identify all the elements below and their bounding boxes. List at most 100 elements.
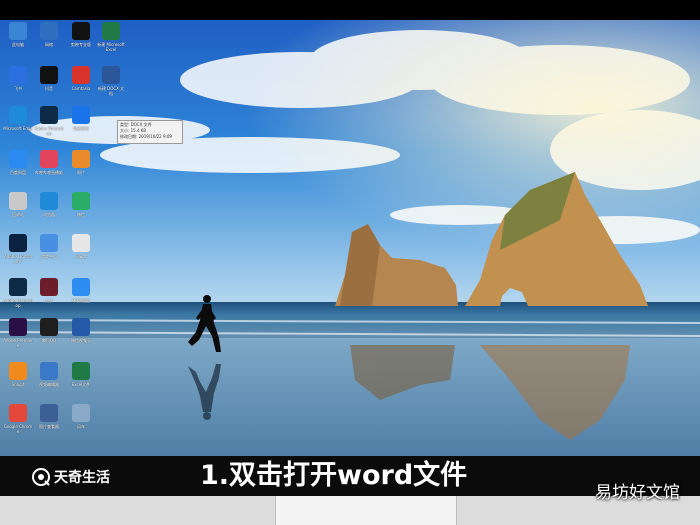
desktop-icon-label: 风车 xyxy=(77,424,85,429)
desktop-icon-label: 腾讯QQ xyxy=(41,338,57,343)
desktop-icon[interactable]: Microsoft Edge xyxy=(3,106,33,136)
tutorial-caption: 1.双击打开word文件 xyxy=(200,460,468,491)
desktop-icon-label: 微信 xyxy=(77,212,85,217)
desktop-icon[interactable]: Snagit xyxy=(3,362,33,392)
desktop-icon[interactable]: 飞书 xyxy=(3,66,33,96)
lightroom-icon xyxy=(9,234,27,252)
tianqi-logo-icon xyxy=(32,468,50,486)
video-app-icon xyxy=(72,318,90,336)
desktop-icon[interactable]: 电脑管家 xyxy=(66,106,96,136)
desktop-icon-label: 记事本 xyxy=(75,254,87,259)
notepad-icon xyxy=(72,234,90,252)
browser-icon xyxy=(40,192,58,210)
chrome-icon xyxy=(9,404,27,422)
desktop-icon[interactable]: 风车 xyxy=(66,404,96,434)
desktop-icon[interactable]: 哔哩哔哩直播姬 xyxy=(34,150,64,180)
desktop-icon[interactable]: QQ浏览器 xyxy=(66,278,96,308)
desktop-icon[interactable]: Excel文件 xyxy=(66,362,96,392)
image-viewer-icon xyxy=(40,404,58,422)
photoshop-icon xyxy=(40,106,58,124)
pc-manager-icon xyxy=(72,106,90,124)
desktop-icon-label: Microsoft Edge xyxy=(3,126,33,131)
desktop-icon[interactable]: 微信视频号 xyxy=(66,318,96,348)
desktop-icon-label: Adobe Photoshop xyxy=(34,126,64,136)
desktop-icon-label: 飞书 xyxy=(14,86,22,91)
wechat-icon xyxy=(72,192,90,210)
desktop-icon[interactable]: 回收站 xyxy=(3,192,33,222)
top-black-bar xyxy=(0,0,700,20)
tooltip-line-date: 修改日期: 2019/10/22 9:09 xyxy=(120,134,172,139)
network-icon xyxy=(40,22,58,40)
baidu-netdisk-icon xyxy=(9,150,27,168)
desktop-icon[interactable]: Adobe Photoshop xyxy=(3,278,33,308)
desktop-icon-label: 照片 xyxy=(77,170,85,175)
desktop-icon[interactable]: 抖音 xyxy=(34,66,64,96)
desktop-icon[interactable]: 新建 Microsoft Excel xyxy=(96,22,126,52)
brand-name: 天奇生活 xyxy=(54,470,110,486)
desktop-icon-label: Snagit xyxy=(11,382,25,387)
desktop-icon[interactable]: 丸子 xyxy=(34,278,64,308)
desktop-icon[interactable]: 微信 xyxy=(66,192,96,222)
desktop-icon[interactable]: 剪映专业版 xyxy=(66,22,96,52)
desktop-icon[interactable]: 浏览器 xyxy=(34,192,64,222)
premiere-icon xyxy=(9,318,27,336)
photos-icon xyxy=(72,150,90,168)
file-tooltip: 类型: DOCX 文件 大小: 15.4 KB 修改日期: 2019/10/22… xyxy=(117,120,183,144)
video-editor-icon xyxy=(40,362,58,380)
desktop-icon[interactable]: Adobe Lightroom xyxy=(3,234,33,264)
desktop-icon-label: 微信视频号 xyxy=(71,338,91,343)
desktop-icon-label: 图片查看器 xyxy=(39,424,59,429)
desktop-icon[interactable]: Adobe Photoshop xyxy=(34,106,64,136)
desktop-icon-label: 哔哩哔哩直播姬 xyxy=(35,170,63,175)
wanzi-icon xyxy=(40,278,58,296)
excel-file-icon xyxy=(102,22,120,40)
edge-icon xyxy=(9,106,27,124)
desktop-icon-label: 电脑管家 xyxy=(73,126,89,131)
watermark-text: 易坊好文馆 xyxy=(595,483,680,503)
snagit-icon xyxy=(9,362,27,380)
desktop-icon[interactable]: 游戏中心 xyxy=(34,234,64,264)
computer-icon xyxy=(9,22,27,40)
desktop-icon-label: 百度网盘 xyxy=(10,170,26,175)
desktop-icon[interactable]: Google Chrome xyxy=(3,404,33,434)
desktop-icon[interactable]: Camtasia xyxy=(66,66,96,96)
desktop-icon-label: Google Chrome xyxy=(3,424,33,434)
pinwheel-icon xyxy=(72,404,90,422)
desktop-icon-label: QQ浏览器 xyxy=(71,298,91,303)
desktop-icon-label: Excel文件 xyxy=(71,382,91,387)
desktop-icon[interactable]: 图片查看器 xyxy=(34,404,64,434)
brand-logo: 天奇生活 xyxy=(32,466,110,488)
bilibili-icon xyxy=(40,150,58,168)
desktop-icon-label: 抖音 xyxy=(45,86,53,91)
screen-frame: 类型: DOCX 文件 大小: 15.4 KB 修改日期: 2019/10/22… xyxy=(0,0,700,525)
desktop-icon-label: 新建 Microsoft Excel xyxy=(97,42,125,52)
desktop-icon-label: Adobe Photoshop xyxy=(3,298,33,308)
desktop-icon[interactable]: 照片 xyxy=(66,150,96,180)
desktop-icon-label: 剪映专业版 xyxy=(71,42,91,47)
desktop-icon-label: 回收站 xyxy=(12,212,24,217)
feishu-icon xyxy=(9,66,27,84)
desktop-icon[interactable]: 百度网盘 xyxy=(3,150,33,180)
desktop-icon-label: 浏览器 xyxy=(43,212,55,217)
desktop-icon-label: 视频编辑器 xyxy=(39,382,59,387)
desktop-icon[interactable]: Adobe Premiere xyxy=(3,318,33,348)
excel-file-icon xyxy=(72,362,90,380)
monitor-stand xyxy=(275,496,457,525)
desktop-icon[interactable]: 新建 DOCX 文档 xyxy=(96,66,126,96)
desktop-icon-label: Adobe Lightroom xyxy=(4,254,32,264)
desktop-icon-label: 网络 xyxy=(45,42,53,47)
desktop-icon[interactable]: 此电脑 xyxy=(3,22,33,52)
desktop-icon-label: Adobe Premiere xyxy=(3,338,33,348)
camtasia-icon xyxy=(72,66,90,84)
word-file-icon xyxy=(102,66,120,84)
desktop-wallpaper: 类型: DOCX 文件 大小: 15.4 KB 修改日期: 2019/10/22… xyxy=(0,20,700,456)
qq-browser-icon xyxy=(72,278,90,296)
desktop-icon[interactable]: 腾讯QQ xyxy=(34,318,64,348)
photoshop-icon xyxy=(9,278,27,296)
desktop-icon[interactable]: 网络 xyxy=(34,22,64,52)
desktop-icon-label: 游戏中心 xyxy=(41,254,57,259)
desktop-icon[interactable]: 视频编辑器 xyxy=(34,362,64,392)
game-center-icon xyxy=(40,234,58,252)
desktop-icon[interactable]: 记事本 xyxy=(66,234,96,264)
desktop-icon-label: 新建 DOCX 文档 xyxy=(97,86,125,96)
